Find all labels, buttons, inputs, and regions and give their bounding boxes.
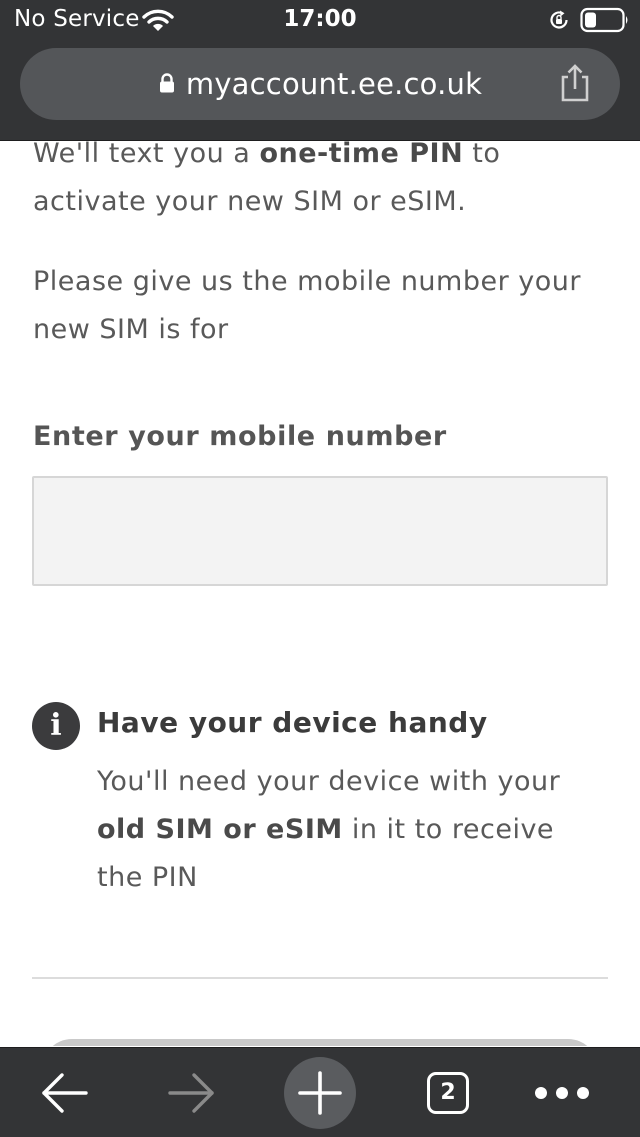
address-bar[interactable]: myaccount.ee.co.uk [20, 48, 620, 120]
status-bar: No Service 17:00 [0, 0, 640, 42]
tabs-count: 2 [427, 1071, 469, 1114]
tabs-button[interactable]: 2 [408, 1048, 488, 1137]
info-icon: i [32, 702, 80, 750]
mobile-number-input[interactable] [32, 476, 608, 586]
notice-body-start: You'll need your device with your [97, 766, 561, 797]
request-text: Please give us the mobile number your ne… [33, 266, 581, 345]
new-tab-button[interactable] [284, 1057, 356, 1129]
page-content: We'll text you a one-time PIN to activat… [0, 141, 640, 1046]
notice-title: Have your device handy [97, 706, 488, 739]
share-icon[interactable] [556, 62, 594, 104]
lock-icon [158, 72, 176, 98]
intro-text: We'll text you a one-time PIN to activat… [33, 141, 613, 226]
browser-bottom-toolbar: 2 [0, 1047, 640, 1137]
clock: 17:00 [283, 6, 357, 32]
browser-top-bar: No Service 17:00 myaccount.ee.co.uk [0, 0, 640, 141]
notice-body: You'll need your device with your old SI… [97, 758, 597, 902]
url-text[interactable]: myaccount.ee.co.uk [186, 67, 482, 101]
back-arrow-icon [42, 1072, 88, 1113]
menu-button[interactable] [522, 1048, 602, 1137]
rotation-lock-icon [548, 9, 570, 35]
mobile-number-label: Enter your mobile number [33, 421, 447, 452]
continue-button[interactable] [42, 1039, 598, 1046]
more-icon [535, 1086, 589, 1099]
section-divider [32, 977, 608, 979]
back-button[interactable] [24, 1048, 104, 1137]
battery-icon [580, 7, 630, 37]
forward-button[interactable] [152, 1048, 232, 1137]
notice-body-emphasis: old SIM or eSIM [97, 814, 343, 845]
forward-arrow-icon [168, 1072, 214, 1113]
intro-text-start: We'll text you a [33, 141, 260, 169]
address-bar-content[interactable]: myaccount.ee.co.uk [20, 48, 620, 120]
intro-text-emphasis: one-time PIN [259, 141, 464, 169]
plus-icon [298, 1071, 342, 1115]
